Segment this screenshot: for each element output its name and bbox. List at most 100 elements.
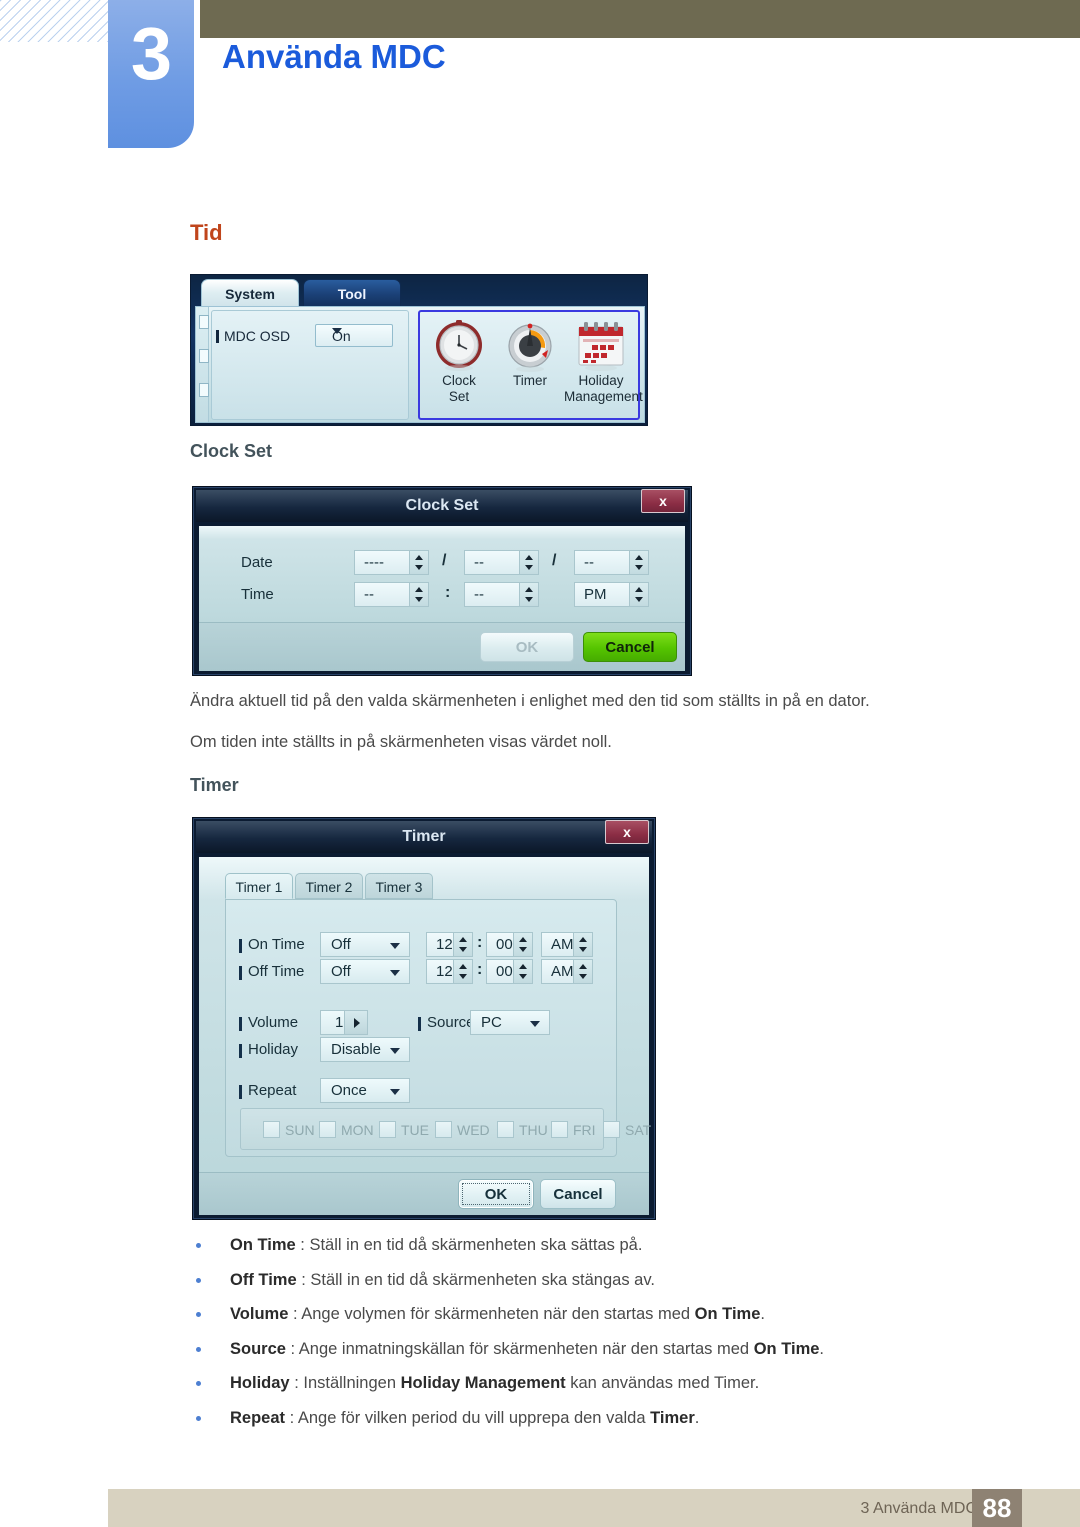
timer-dialog-footer: OK Cancel [199,1172,649,1215]
volume-stepper[interactable]: 10 [320,1010,368,1035]
timer-tab-panel: On Time Off 12 : 00 AM Off Time Off 12:… [225,899,651,1157]
tab-tool[interactable]: Tool [303,279,401,307]
repeat-label: Repeat [238,1082,297,1099]
icon-button-clock-set[interactable]: Clock Set [424,317,494,417]
off-time-minute-spinner[interactable]: 00 [486,959,533,984]
timer-cancel-button[interactable]: Cancel [540,1179,616,1209]
tab-timer-2[interactable]: Timer 2 [295,873,363,899]
left-strip-item-2 [199,349,209,363]
page-number: 88 [972,1489,1022,1527]
date-day-spinner[interactable]: -- [574,550,649,575]
repeat-select[interactable]: Once [320,1078,410,1103]
spinner-arrows-icon[interactable] [409,551,428,574]
close-icon[interactable]: x [605,820,649,844]
date-year-spinner[interactable]: ---- [354,550,429,575]
sources-select[interactable]: PC [470,1010,550,1035]
bullet-term-emphasis: On Time [753,1339,820,1358]
bullet-text: : Ange inmatningskällan för skärmenheten… [285,1339,754,1358]
clock-set-cancel-button[interactable]: Cancel [583,632,677,662]
mdc-osd-group: MDC OSD On [211,310,409,420]
system-panel-screenshot: System Tool MDC OSD On Clock Set Timer H… [190,274,648,426]
checkbox-sun[interactable] [263,1121,280,1138]
clock-set-ok-button[interactable]: OK [480,632,574,662]
chevron-down-icon [390,1048,400,1054]
checkbox-tue[interactable] [379,1121,396,1138]
spinner-arrows-icon[interactable] [453,960,472,983]
on-time-minute-value: 00 [496,936,513,953]
spinner-arrows-icon[interactable] [629,551,648,574]
on-time-hour-spinner[interactable]: 12 [426,932,473,957]
weekday-group: SUN MON TUE WED THU FRI SAT [240,1108,651,1150]
spinner-arrows-icon[interactable] [573,933,592,956]
time-icons-group: Clock Set Timer Holiday Management [418,310,643,420]
spinner-arrows-icon[interactable] [629,583,648,606]
spinner-arrows-icon[interactable] [519,583,538,606]
date-label: Date [241,554,273,571]
spinner-arrows-icon[interactable] [513,933,532,956]
bullet-term-emphasis: On Time [694,1305,761,1323]
caption-line-2: Management [564,389,643,404]
bullet-text-tail: . [819,1339,825,1358]
tab-timer-3[interactable]: Timer 3 [365,873,433,899]
list-item: Repeat : Ange för vilken period du vill … [190,1407,980,1442]
chapter-number-tab: 3 [108,0,194,148]
bullet-dot-icon [196,1415,201,1421]
time-minute-spinner[interactable]: -- [464,582,539,607]
tab-system[interactable]: System [201,279,299,307]
off-time-label: Off Time [238,963,305,980]
checkbox-mon[interactable] [319,1121,336,1138]
bullet-dot-icon [196,1243,201,1248]
clock-set-dialog-body: Date Time ---- / -- / -- -- : -- PM [199,526,685,622]
checkbox-sat[interactable] [603,1121,620,1138]
date-month-spinner[interactable]: -- [464,550,539,575]
time-label: Time [241,586,274,603]
close-icon[interactable]: x [641,489,685,513]
on-time-hour-value: 12 [436,936,453,953]
time-hour-spinner[interactable]: -- [354,582,429,607]
checkbox-thu[interactable] [497,1121,514,1138]
icon-button-timer[interactable]: Timer [495,317,565,417]
spinner-arrows-icon[interactable] [519,551,538,574]
off-time-state-select[interactable]: Off [320,959,410,984]
spinner-arrows-icon[interactable] [453,933,472,956]
time-meridiem-spinner[interactable]: PM [574,582,649,607]
on-time-meridiem-value: AM [551,936,574,953]
off-time-hour-spinner[interactable]: 12 [426,959,473,984]
bullet-term: Holiday [230,1374,290,1392]
off-time-meridiem-spinner[interactable]: AM [541,959,593,984]
icon-button-holiday-management[interactable]: Holiday Management [564,317,643,417]
holiday-select[interactable]: Disable [320,1037,410,1062]
date-month-value: -- [474,554,484,571]
holiday-label: Holiday [238,1041,299,1058]
bullet-term: Volume [230,1305,289,1323]
system-panel-left-strip [196,307,209,422]
bullet-dot-icon [196,1346,201,1352]
spinner-arrows-icon[interactable] [573,960,592,983]
bullet-text: : Inställningen [289,1374,401,1392]
spinner-arrows-icon[interactable] [513,960,532,983]
header-olive-bar [200,0,1080,38]
list-item: Off Time : Ställ in en tid då skärmenhet… [190,1269,980,1304]
tab-timer-1[interactable]: Timer 1 [225,873,293,899]
checkbox-wed[interactable] [435,1121,452,1138]
system-panel-tabs: System Tool [191,277,647,307]
timer-ok-button[interactable]: OK [458,1179,534,1209]
spinner-arrows-icon[interactable] [409,583,428,606]
on-time-state-select[interactable]: Off [320,932,410,957]
checkbox-fri[interactable] [551,1121,568,1138]
timer-icon [508,323,552,372]
chevron-down-icon [390,970,400,976]
timer-dialog: Timer x Timer 1 Timer 2 Timer 3 On Time … [192,817,656,1220]
time-hour-value: -- [364,586,374,603]
date-day-value: -- [584,554,594,571]
on-time-minute-spinner[interactable]: 00 [486,932,533,957]
date-separator-2: / [552,552,557,569]
on-time-meridiem-spinner[interactable]: AM [541,932,593,957]
date-year-value: ---- [364,554,384,571]
time-separator: : [445,584,451,601]
volume-increase-icon[interactable] [344,1011,367,1034]
bullet-text: : Ange volymen för skärmenheten när den … [288,1305,695,1323]
caption-line-1: Timer [513,373,547,388]
mdc-osd-select[interactable]: On [315,324,393,347]
chevron-down-icon [530,1021,540,1027]
